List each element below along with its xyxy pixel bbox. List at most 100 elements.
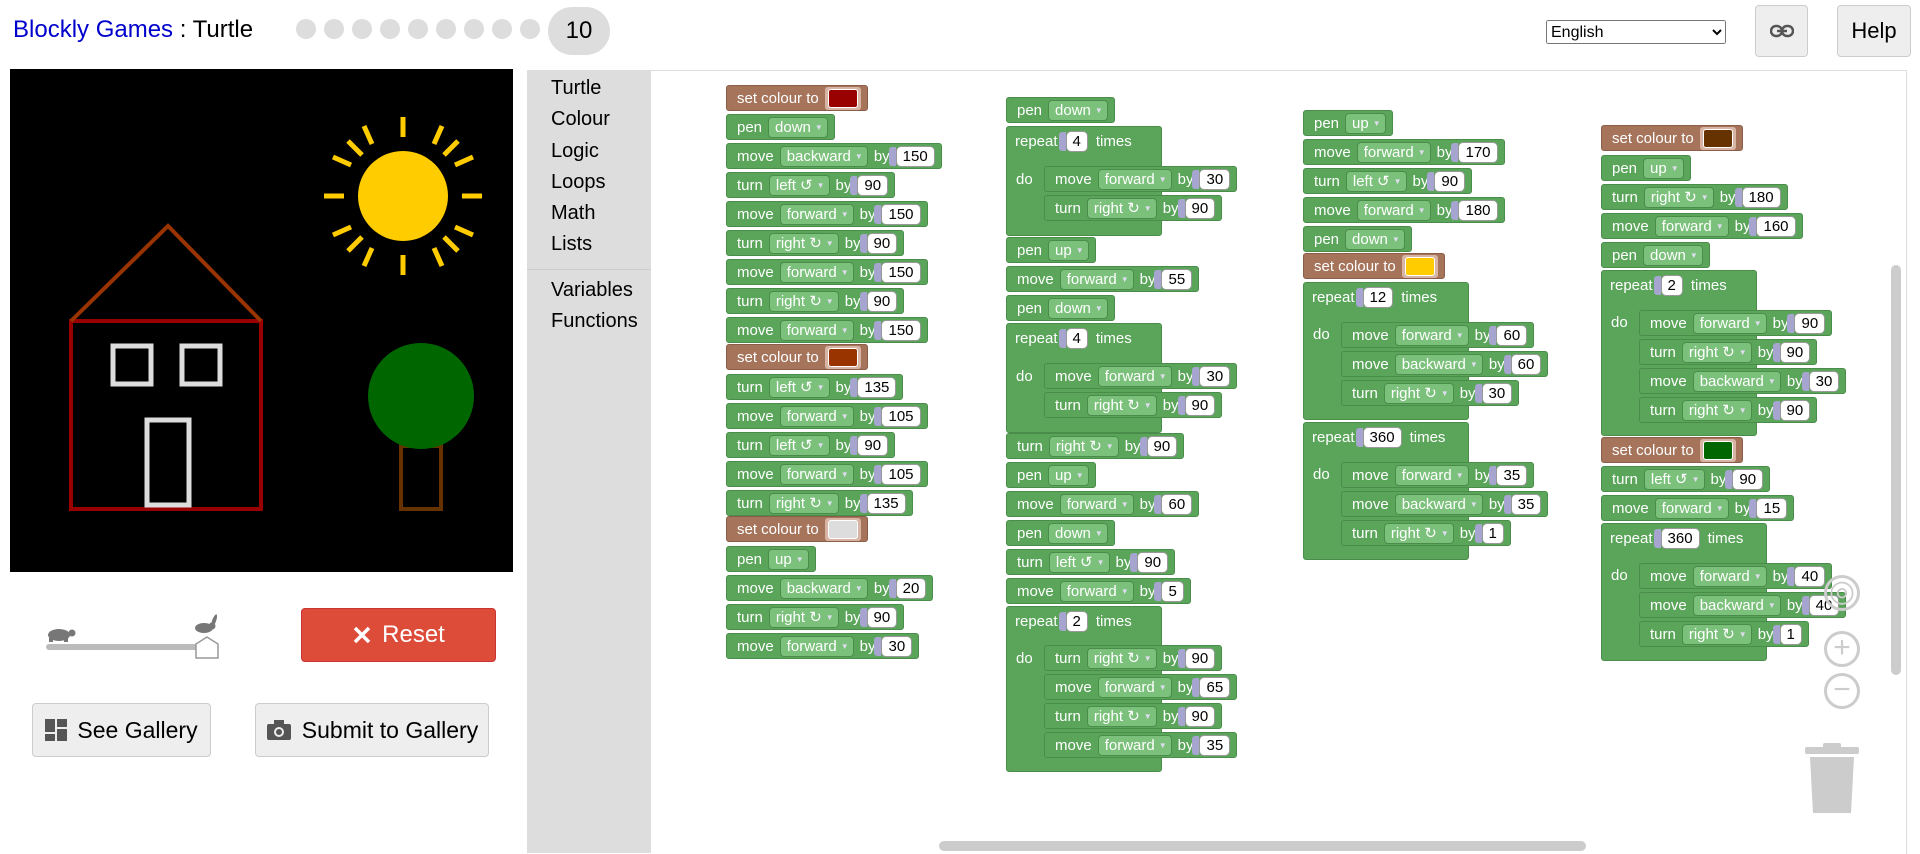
turn-block[interactable]: turn left ↺ ▼ by 135 xyxy=(726,374,904,400)
zoom-out-icon[interactable]: − xyxy=(1824,673,1860,709)
number-input[interactable]: 135 xyxy=(859,492,906,514)
move-block[interactable]: move forward ▼ by 150 xyxy=(726,259,928,285)
turn-block[interactable]: turn left ↺ ▼ by 90 xyxy=(726,172,896,198)
set-colour-block[interactable]: set colour to xyxy=(726,85,868,111)
number-input[interactable]: 90 xyxy=(850,174,889,196)
number-input[interactable]: 15 xyxy=(1749,497,1788,519)
level-dot[interactable] xyxy=(296,19,316,39)
level-dot[interactable] xyxy=(324,19,344,39)
move-block[interactable]: move forward ▼ by 55 xyxy=(1006,266,1200,292)
set-colour-block[interactable]: set colour to xyxy=(1601,437,1743,463)
blockly-games-link[interactable]: Blockly Games xyxy=(13,16,173,43)
number-input[interactable]: 1 xyxy=(1772,623,1802,645)
number-input[interactable]: 90 xyxy=(1177,394,1216,416)
number-input[interactable]: 35 xyxy=(1489,464,1528,486)
number-input[interactable]: 150 xyxy=(874,319,921,341)
language-select[interactable]: English xyxy=(1546,20,1726,44)
turn-block[interactable]: turn right ↻ ▼ by 90 xyxy=(1044,703,1223,729)
number-input[interactable]: 150 xyxy=(874,261,921,283)
submit-gallery-button[interactable]: Submit to Gallery xyxy=(255,703,489,757)
number-input[interactable]: 360 xyxy=(1653,527,1700,549)
turn-block[interactable]: turn right ↻ ▼ by 90 xyxy=(1639,339,1818,365)
colour-swatch[interactable] xyxy=(827,88,858,108)
turn-block[interactable]: turn right ↻ ▼ by 90 xyxy=(1639,397,1818,423)
pen-block[interactable]: pen up ▼ xyxy=(1006,462,1096,488)
toolbox-category-lists[interactable]: Lists xyxy=(551,233,592,256)
pen-block[interactable]: pen up ▼ xyxy=(1303,110,1393,136)
number-input[interactable]: 90 xyxy=(1427,170,1466,192)
speed-slider[interactable] xyxy=(40,614,225,660)
number-input[interactable]: 90 xyxy=(1772,341,1811,363)
number-input[interactable]: 60 xyxy=(1489,324,1528,346)
number-input[interactable]: 360 xyxy=(1355,426,1402,448)
number-input[interactable]: 180 xyxy=(1734,186,1781,208)
turn-block[interactable]: turn right ↻ ▼ by 1 xyxy=(1639,621,1809,647)
number-input[interactable]: 90 xyxy=(1725,468,1764,490)
move-block[interactable]: move forward ▼ by 150 xyxy=(726,317,928,343)
colour-swatch[interactable] xyxy=(1702,128,1733,148)
move-block[interactable]: move forward ▼ by 35 xyxy=(1341,462,1535,488)
pen-block[interactable]: pen down ▼ xyxy=(1006,295,1115,321)
turn-block[interactable]: turn left ↺ ▼ by 90 xyxy=(726,432,896,458)
number-input[interactable]: 30 xyxy=(1801,370,1840,392)
number-input[interactable]: 1 xyxy=(1474,522,1504,544)
number-input[interactable]: 170 xyxy=(1451,141,1498,163)
set-colour-block[interactable]: set colour to xyxy=(726,344,868,370)
number-input[interactable]: 5 xyxy=(1154,580,1184,602)
pen-block[interactable]: pen up ▼ xyxy=(1601,155,1691,181)
level-dot[interactable] xyxy=(436,19,456,39)
pen-block[interactable]: pen down ▼ xyxy=(1006,97,1115,123)
turn-block[interactable]: turn right ↻ ▼ by 90 xyxy=(726,230,905,256)
colour-swatch[interactable] xyxy=(827,519,858,539)
number-input[interactable]: 4 xyxy=(1058,327,1088,349)
number-input[interactable]: 90 xyxy=(859,290,898,312)
number-input[interactable]: 30 xyxy=(1192,365,1231,387)
number-input[interactable]: 180 xyxy=(1451,199,1498,221)
number-input[interactable]: 65 xyxy=(1192,676,1231,698)
pen-block[interactable]: pen down ▼ xyxy=(1006,520,1115,546)
level-dot[interactable] xyxy=(520,19,540,39)
move-block[interactable]: move forward ▼ by 15 xyxy=(1601,495,1795,521)
turn-block[interactable]: turn right ↻ ▼ by 90 xyxy=(1044,392,1223,418)
colour-swatch[interactable] xyxy=(1404,256,1435,276)
move-block[interactable]: move forward ▼ by 30 xyxy=(1044,363,1238,389)
number-input[interactable]: 2 xyxy=(1058,610,1088,632)
level-dot[interactable] xyxy=(492,19,512,39)
move-block[interactable]: move forward ▼ by 160 xyxy=(1601,213,1803,239)
number-input[interactable]: 90 xyxy=(1772,399,1811,421)
number-input[interactable]: 30 xyxy=(1192,168,1231,190)
number-input[interactable]: 160 xyxy=(1749,215,1796,237)
turn-block[interactable]: turn right ↻ ▼ by 90 xyxy=(726,288,905,314)
pen-block[interactable]: pen up ▼ xyxy=(726,546,816,572)
pen-block[interactable]: pen down ▼ xyxy=(726,114,835,140)
turn-block[interactable]: turn right ↻ ▼ by 90 xyxy=(1006,433,1185,459)
number-input[interactable]: 90 xyxy=(859,232,898,254)
move-block[interactable]: move forward ▼ by 105 xyxy=(726,461,928,487)
colour-swatch[interactable] xyxy=(827,347,858,367)
set-colour-block[interactable]: set colour to xyxy=(1601,125,1743,151)
move-block[interactable]: move forward ▼ by 90 xyxy=(1639,310,1833,336)
reset-button[interactable]: Reset xyxy=(301,608,496,662)
move-block[interactable]: move forward ▼ by 180 xyxy=(1303,197,1505,223)
number-input[interactable]: 90 xyxy=(850,434,889,456)
number-input[interactable]: 4 xyxy=(1058,130,1088,152)
toolbox-category-math[interactable]: Math xyxy=(551,202,595,225)
pen-block[interactable]: pen down ▼ xyxy=(1601,242,1710,268)
horizontal-scrollbar[interactable] xyxy=(939,841,1586,851)
toolbox-category-loops[interactable]: Loops xyxy=(551,171,606,194)
number-input[interactable]: 105 xyxy=(874,463,921,485)
move-block[interactable]: move forward ▼ by 105 xyxy=(726,403,928,429)
move-block[interactable]: move forward ▼ by 30 xyxy=(1044,166,1238,192)
zoom-reset-icon[interactable]: ◎ xyxy=(1824,575,1860,611)
number-input[interactable]: 55 xyxy=(1154,268,1193,290)
number-input[interactable]: 135 xyxy=(850,376,897,398)
level-dot[interactable] xyxy=(408,19,428,39)
toolbox-category-variables[interactable]: Variables xyxy=(551,279,633,302)
move-block[interactable]: move backward ▼ by 30 xyxy=(1639,368,1847,394)
move-block[interactable]: move forward ▼ by 150 xyxy=(726,201,928,227)
level-dot[interactable] xyxy=(464,19,484,39)
number-input[interactable]: 90 xyxy=(1139,435,1178,457)
turn-block[interactable]: turn right ↻ ▼ by 1 xyxy=(1341,520,1511,546)
turn-block[interactable]: turn left ↺ ▼ by 90 xyxy=(1601,466,1771,492)
level-dot[interactable] xyxy=(380,19,400,39)
